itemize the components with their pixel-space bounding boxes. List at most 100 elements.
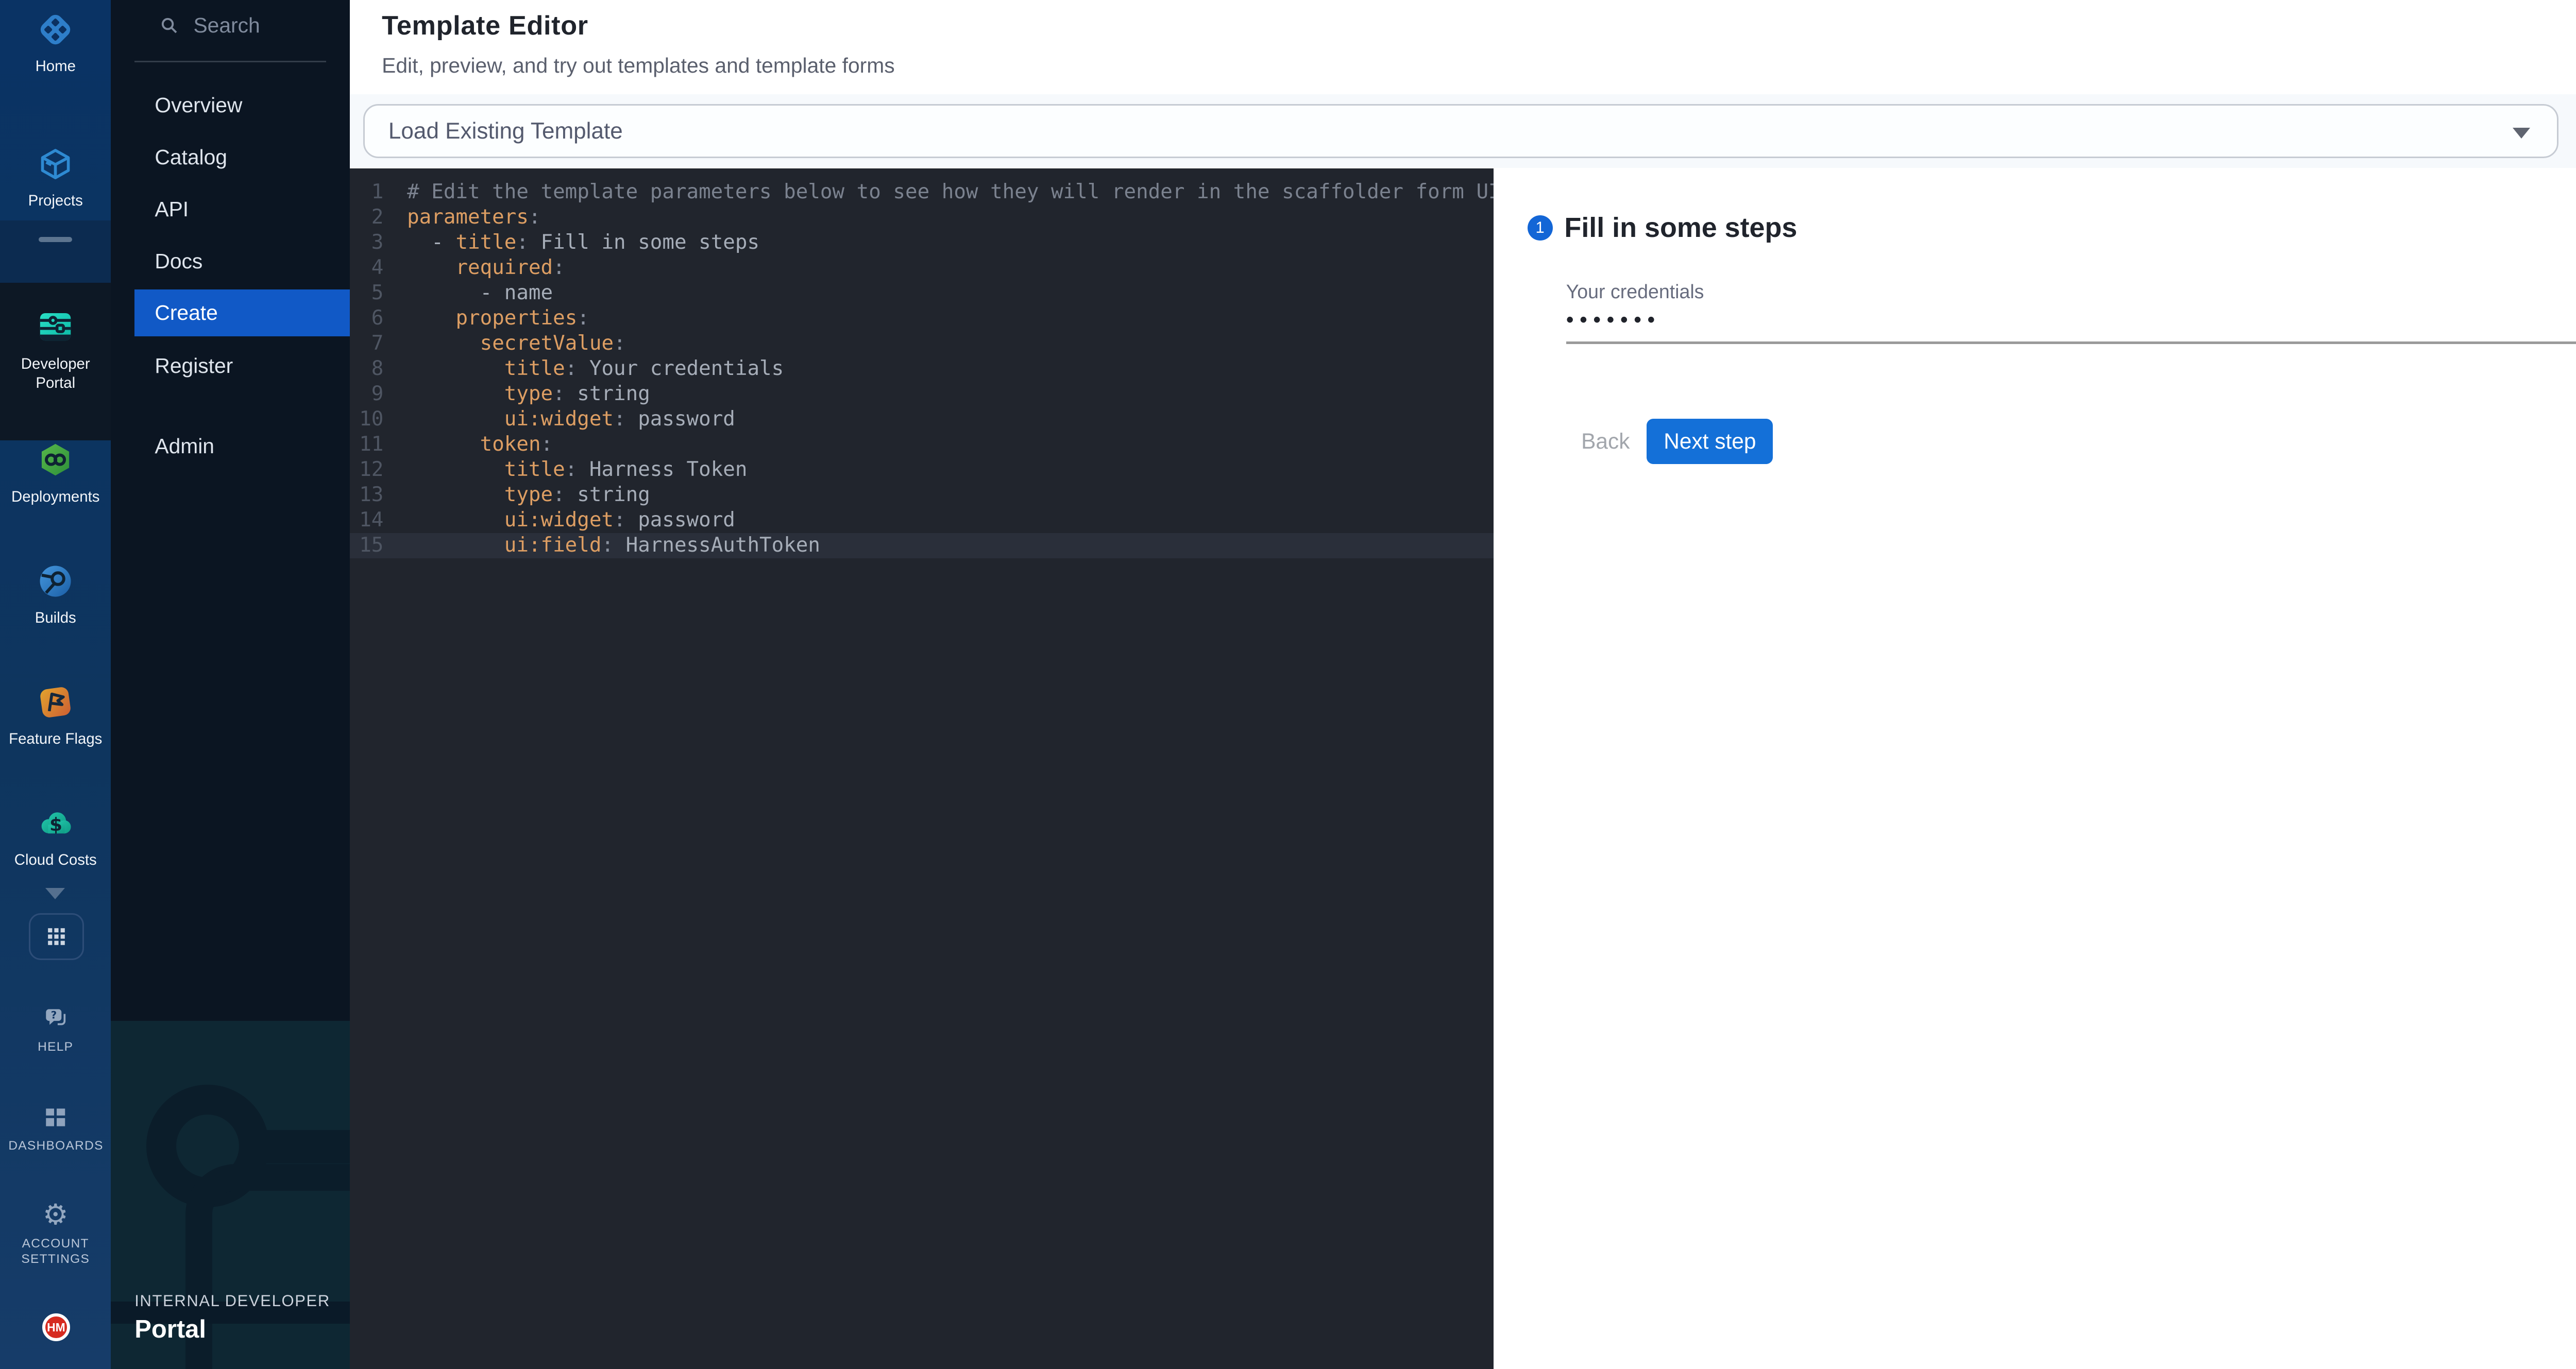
feature-flags-icon [36, 683, 75, 722]
back-button[interactable]: Back [1561, 419, 1650, 464]
code-text: # Edit the template parameters below to … [407, 180, 1494, 203]
sidebar-item-docs[interactable]: Docs [111, 235, 350, 287]
line-number: 9 [357, 382, 383, 407]
svg-text:$: $ [49, 814, 62, 835]
line-number: 8 [357, 356, 383, 382]
line-number: 12 [357, 457, 383, 483]
code-text: properties: [407, 306, 589, 330]
code-text: type: string [407, 382, 650, 405]
home-icon [36, 10, 75, 49]
line-number: 6 [357, 306, 383, 331]
nav-rail-item-cloud-costs[interactable]: $ Cloud Costs [0, 804, 111, 870]
page-title: Template Editor [382, 10, 588, 41]
code-line[interactable]: 8 title: Your credentials [350, 356, 1494, 382]
code-text: token: [407, 433, 553, 456]
code-text: ui:field: HarnessAuthToken [407, 534, 820, 557]
code-line[interactable]: 1# Edit the template parameters below to… [350, 180, 1494, 205]
nav-rail-item-projects[interactable]: Projects [0, 145, 111, 211]
content-split: 1# Edit the template parameters below to… [350, 168, 2576, 1369]
code-line[interactable]: 13 type: string [350, 483, 1494, 508]
nav-rail-item-feature-flags[interactable]: Feature Flags [0, 683, 111, 749]
search-placeholder: Search [193, 13, 260, 38]
nav-rail-label: Cloud Costs [14, 851, 97, 870]
line-number: 10 [357, 407, 383, 432]
line-number: 3 [357, 230, 383, 255]
credentials-password-input[interactable]: ••••••• [1566, 307, 1661, 332]
nav-rail-item-home[interactable]: Home [0, 10, 111, 76]
code-line[interactable]: 9 type: string [350, 382, 1494, 407]
search-icon [158, 14, 180, 36]
sidebar-item-catalog[interactable]: Catalog [111, 131, 350, 183]
code-line[interactable]: 4 required: [350, 255, 1494, 281]
template-select-strip: Load Existing Template [350, 94, 2576, 168]
line-number: 2 [357, 205, 383, 230]
cloud-costs-icon: $ [36, 804, 75, 843]
sidebar-item-register[interactable]: Register [111, 339, 350, 391]
gear-icon: ⚙ [43, 1201, 69, 1229]
code-text: title: Harness Token [407, 458, 747, 481]
svg-text:?: ? [51, 1009, 57, 1021]
nav-rail-item-dashboards[interactable]: DASHBOARDS [0, 1103, 111, 1154]
nav-rail-label: Builds [35, 609, 76, 628]
code-line[interactable]: 3 - title: Fill in some steps [350, 230, 1494, 255]
code-text: - title: Fill in some steps [407, 231, 759, 254]
nav-rail-item-developer-portal[interactable]: Developer Portal [0, 283, 111, 441]
line-number: 14 [357, 508, 383, 533]
line-number: 7 [357, 331, 383, 356]
line-number: 11 [357, 432, 383, 457]
form-preview-panel: 1 Fill in some steps Your credentials ••… [1494, 168, 2576, 1369]
input-underline [1566, 341, 2576, 344]
sidebar-item-create[interactable]: Create [134, 289, 350, 336]
dashboards-icon [41, 1103, 70, 1132]
credentials-field-label: Your credentials [1566, 281, 1704, 303]
sidebar-nav: OverviewCatalogAPIDocsCreateRegister Admi… [111, 79, 350, 472]
rail-drag-handle[interactable] [39, 237, 72, 242]
app-window: HM Home Projects Developer Portal Deploy… [0, 0, 2576, 1369]
code-text: ui:widget: password [407, 508, 735, 532]
code-line[interactable]: 10 ui:widget: password [350, 407, 1494, 432]
nav-rail-label: ACCOUNT SETTINGS [8, 1236, 103, 1268]
nav-rail-item-help[interactable]: ?HELP [0, 1004, 111, 1055]
code-text: title: Your credentials [407, 357, 784, 380]
code-line[interactable]: 11 token: [350, 432, 1494, 457]
nav-rail-label: Feature Flags [9, 730, 102, 749]
code-line[interactable]: 7 secretValue: [350, 331, 1494, 356]
code-line[interactable]: 5 - name [350, 281, 1494, 306]
next-step-button[interactable]: Next step [1647, 419, 1773, 464]
code-text: required: [407, 256, 565, 279]
brand-title: Portal [134, 1315, 330, 1344]
left-nav-rail: HM Home Projects Developer Portal Deploy… [0, 0, 111, 1369]
line-number: 4 [357, 255, 383, 281]
rail-section-divider [0, 220, 111, 283]
sidebar-item-overview[interactable]: Overview [111, 79, 350, 131]
sidebar-item-api[interactable]: API [111, 183, 350, 235]
search-input[interactable]: Search [158, 13, 260, 38]
decorative-bar [259, 1130, 350, 1163]
module-grid-button[interactable] [29, 913, 84, 960]
deployments-icon [36, 440, 75, 479]
nav-rail-label: Deployments [11, 488, 99, 507]
line-number: 5 [357, 281, 383, 306]
developer-portal-icon [36, 307, 75, 346]
avatar[interactable]: HM [42, 1313, 70, 1341]
brand-subtitle: INTERNAL DEVELOPER [134, 1292, 330, 1310]
nav-rail-label: Projects [28, 192, 83, 211]
code-editor[interactable]: 1# Edit the template parameters below to… [350, 168, 1494, 1369]
sidebar-divider [134, 61, 326, 62]
load-template-select[interactable]: Load Existing Template [363, 104, 2558, 158]
nav-rail-item-deployments[interactable]: Deployments [0, 440, 111, 506]
code-text: ui:widget: password [407, 407, 735, 431]
code-line[interactable]: 6 properties: [350, 306, 1494, 331]
nav-rail-item-account-settings[interactable]: ⚙ ACCOUNT SETTINGS [0, 1201, 111, 1268]
builds-icon [36, 562, 75, 601]
page-subtitle: Edit, preview, and try out templates and… [382, 54, 894, 78]
sidebar: Search OverviewCatalogAPIDocsCreateRegis… [111, 0, 350, 1369]
nav-rail-label: Developer Portal [8, 355, 103, 392]
code-line[interactable]: 2parameters: [350, 205, 1494, 230]
code-line[interactable]: 14 ui:widget: password [350, 508, 1494, 533]
sidebar-item-admin[interactable]: Admin [111, 420, 350, 472]
nav-rail-item-builds[interactable]: Builds [0, 562, 111, 628]
code-line[interactable]: 12 title: Harness Token [350, 457, 1494, 483]
chevron-down-icon[interactable] [45, 888, 65, 899]
code-line[interactable]: 15 ui:field: HarnessAuthToken [350, 533, 1494, 558]
